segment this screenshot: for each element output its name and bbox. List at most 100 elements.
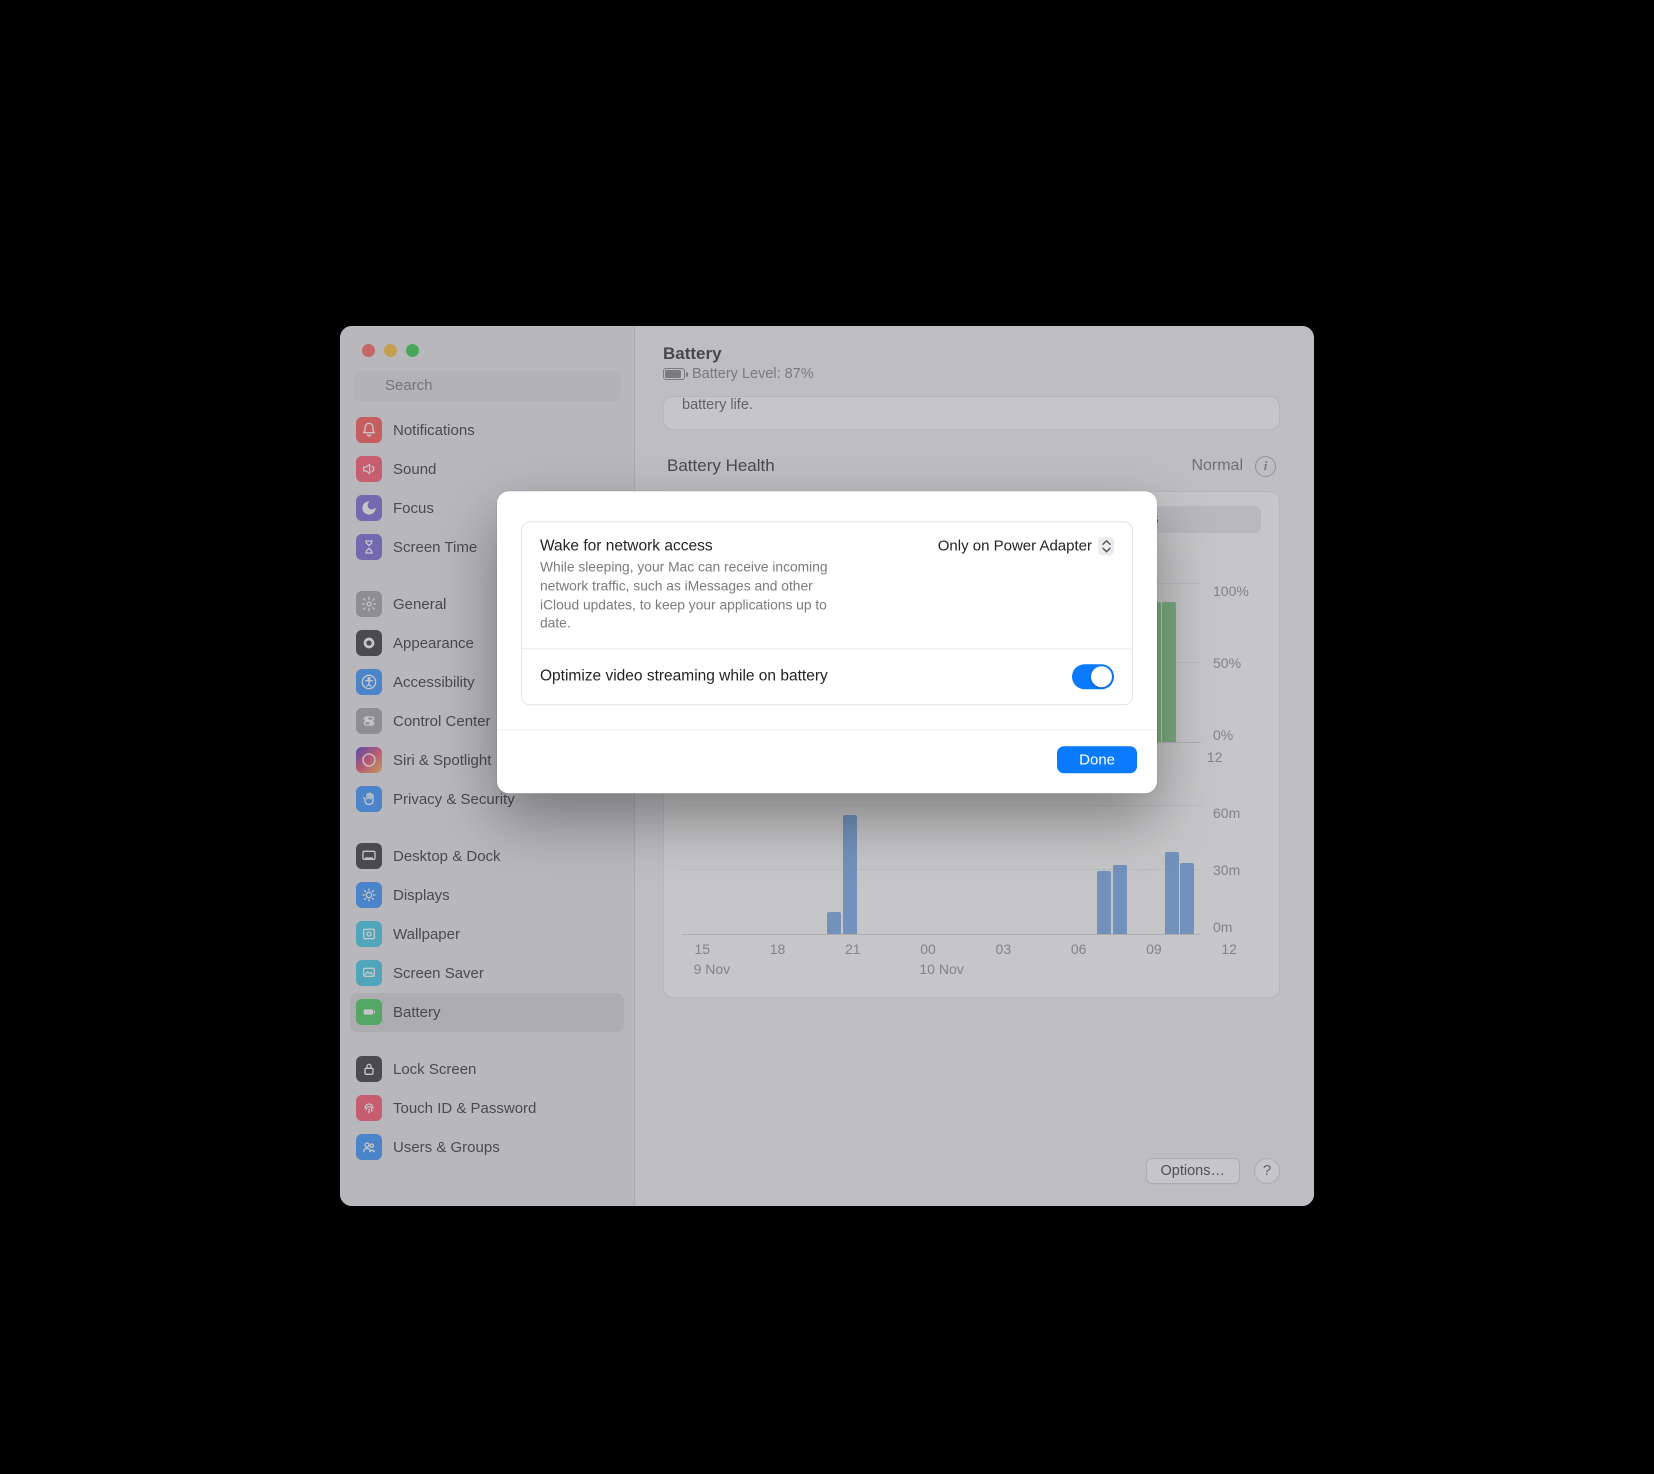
low-power-card: battery life. bbox=[663, 396, 1280, 430]
battery-icon bbox=[663, 368, 685, 380]
usage-bar bbox=[1180, 863, 1194, 934]
sidebar-item-lock-screen[interactable]: Lock Screen bbox=[350, 1050, 624, 1089]
sidebar-item-label: Screen Time bbox=[393, 539, 477, 556]
close-window-button[interactable] bbox=[362, 344, 375, 357]
lock-icon bbox=[356, 1056, 382, 1082]
y-tick: 60m bbox=[1213, 805, 1261, 821]
x-tick: 09 bbox=[1146, 941, 1162, 957]
sidebar-item-label: Users & Groups bbox=[393, 1139, 500, 1156]
sidebar-item-notifications[interactable]: Notifications bbox=[350, 411, 624, 450]
optimize-video-toggle[interactable] bbox=[1072, 664, 1114, 689]
sidebar-item-touch-id-password[interactable]: Touch ID & Password bbox=[350, 1089, 624, 1128]
sidebar-item-label: Control Center bbox=[393, 713, 491, 730]
siri-icon bbox=[356, 747, 382, 773]
sidebar-item-users-groups[interactable]: Users & Groups bbox=[350, 1128, 624, 1167]
wall-icon bbox=[356, 921, 382, 947]
usage-bar bbox=[843, 815, 857, 933]
y-tick: 0m bbox=[1213, 919, 1261, 935]
window-controls bbox=[340, 326, 634, 371]
usage-bar bbox=[1113, 865, 1127, 934]
sidebar-item-label: Screen Saver bbox=[393, 965, 484, 982]
x-date-label: 10 Nov bbox=[919, 961, 963, 977]
zoom-window-button[interactable] bbox=[406, 344, 419, 357]
options-button[interactable]: Options… bbox=[1146, 1158, 1240, 1184]
sidebar-item-label: Wallpaper bbox=[393, 926, 460, 943]
optimize-title: Optimize video streaming while on batter… bbox=[540, 668, 828, 686]
usage-bar bbox=[827, 912, 841, 934]
sidebar-item-wallpaper[interactable]: Wallpaper bbox=[350, 915, 624, 954]
sidebar-item-label: Touch ID & Password bbox=[393, 1100, 536, 1117]
wake-desc: While sleeping, your Mac can receive inc… bbox=[540, 559, 840, 634]
batt-icon bbox=[356, 999, 382, 1025]
page-title: Battery bbox=[663, 344, 1280, 364]
x-tick: 06 bbox=[1071, 941, 1087, 957]
y-tick: 100% bbox=[1213, 583, 1261, 599]
acc-icon bbox=[356, 669, 382, 695]
battery-health-value-wrap: Normal i bbox=[1191, 456, 1276, 477]
x-tick: 12 bbox=[1207, 749, 1223, 765]
battery-level-text: Battery Level: 87% bbox=[692, 366, 814, 382]
sidebar-item-displays[interactable]: Displays bbox=[350, 876, 624, 915]
hour-icon bbox=[356, 534, 382, 560]
header: Battery Battery Level: 87% bbox=[663, 344, 1280, 382]
sidebar-item-sound[interactable]: Sound bbox=[350, 450, 624, 489]
wake-title: Wake for network access bbox=[540, 538, 840, 556]
x-tick: 18 bbox=[770, 941, 786, 957]
search-wrap bbox=[340, 371, 634, 411]
moon-icon bbox=[356, 495, 382, 521]
minimize-window-button[interactable] bbox=[384, 344, 397, 357]
bell-icon bbox=[356, 417, 382, 443]
sidebar-item-label: Sound bbox=[393, 461, 436, 478]
sidebar-item-label: Lock Screen bbox=[393, 1061, 476, 1078]
app-icon bbox=[356, 630, 382, 656]
sidebar-item-label: Accessibility bbox=[393, 674, 475, 691]
sidebar-item-desktop-dock[interactable]: Desktop & Dock bbox=[350, 837, 624, 876]
chevron-updown-icon bbox=[1098, 538, 1114, 556]
footer-buttons: Options… ? bbox=[1146, 1158, 1280, 1184]
help-button[interactable]: ? bbox=[1254, 1158, 1280, 1184]
options-modal: Wake for network access While sleeping, … bbox=[497, 492, 1157, 794]
battery-subtitle: Battery Level: 87% bbox=[663, 366, 1280, 382]
low-power-desc-tail: battery life. bbox=[682, 397, 1261, 413]
x-tick: 00 bbox=[920, 941, 936, 957]
battery-health-label: Battery Health bbox=[667, 456, 775, 476]
wake-for-network-row: Wake for network access While sleeping, … bbox=[522, 523, 1132, 649]
x-date-label: 9 Nov bbox=[694, 961, 731, 977]
disp-icon bbox=[356, 882, 382, 908]
wake-value-select[interactable]: Only on Power Adapter bbox=[938, 538, 1114, 634]
sidebar-item-label: Desktop & Dock bbox=[393, 848, 501, 865]
battery-health-value: Normal bbox=[1191, 457, 1243, 475]
dock-icon bbox=[356, 843, 382, 869]
sidebar-item-label: Siri & Spotlight bbox=[393, 752, 491, 769]
spk-icon bbox=[356, 456, 382, 482]
info-icon[interactable]: i bbox=[1255, 456, 1276, 477]
hand-icon bbox=[356, 786, 382, 812]
screen-on-usage-chart: 60m 30m 0m bbox=[682, 805, 1261, 935]
optimize-video-row: Optimize video streaming while on batter… bbox=[522, 648, 1132, 704]
sidebar-item-label: Battery bbox=[393, 1004, 441, 1021]
done-button[interactable]: Done bbox=[1057, 746, 1137, 773]
sidebar-item-screen-saver[interactable]: Screen Saver bbox=[350, 954, 624, 993]
search-input[interactable] bbox=[353, 371, 621, 401]
sidebar-item-label: Displays bbox=[393, 887, 450, 904]
wake-value: Only on Power Adapter bbox=[938, 538, 1092, 555]
usage-bar bbox=[1097, 871, 1111, 933]
settings-window: Notifications Sound Focus Screen Time Genera… bbox=[340, 326, 1314, 1206]
battery-health-row[interactable]: Battery Health Normal i bbox=[663, 456, 1280, 477]
gear-icon bbox=[356, 591, 382, 617]
usage-bar bbox=[1165, 852, 1179, 934]
ss-icon bbox=[356, 960, 382, 986]
y-tick: 50% bbox=[1213, 655, 1261, 671]
sidebar-item-battery[interactable]: Battery bbox=[350, 993, 624, 1032]
sidebar-item-label: Focus bbox=[393, 500, 434, 517]
x-tick: 21 bbox=[845, 941, 861, 957]
sidebar-item-label: General bbox=[393, 596, 446, 613]
users-icon bbox=[356, 1134, 382, 1160]
y-tick: 0% bbox=[1213, 727, 1261, 743]
cc-icon bbox=[356, 708, 382, 734]
sidebar-item-label: Notifications bbox=[393, 422, 475, 439]
x-tick: 12 bbox=[1221, 941, 1237, 957]
y-tick: 30m bbox=[1213, 862, 1261, 878]
x-tick: 15 bbox=[694, 941, 710, 957]
fp-icon bbox=[356, 1095, 382, 1121]
